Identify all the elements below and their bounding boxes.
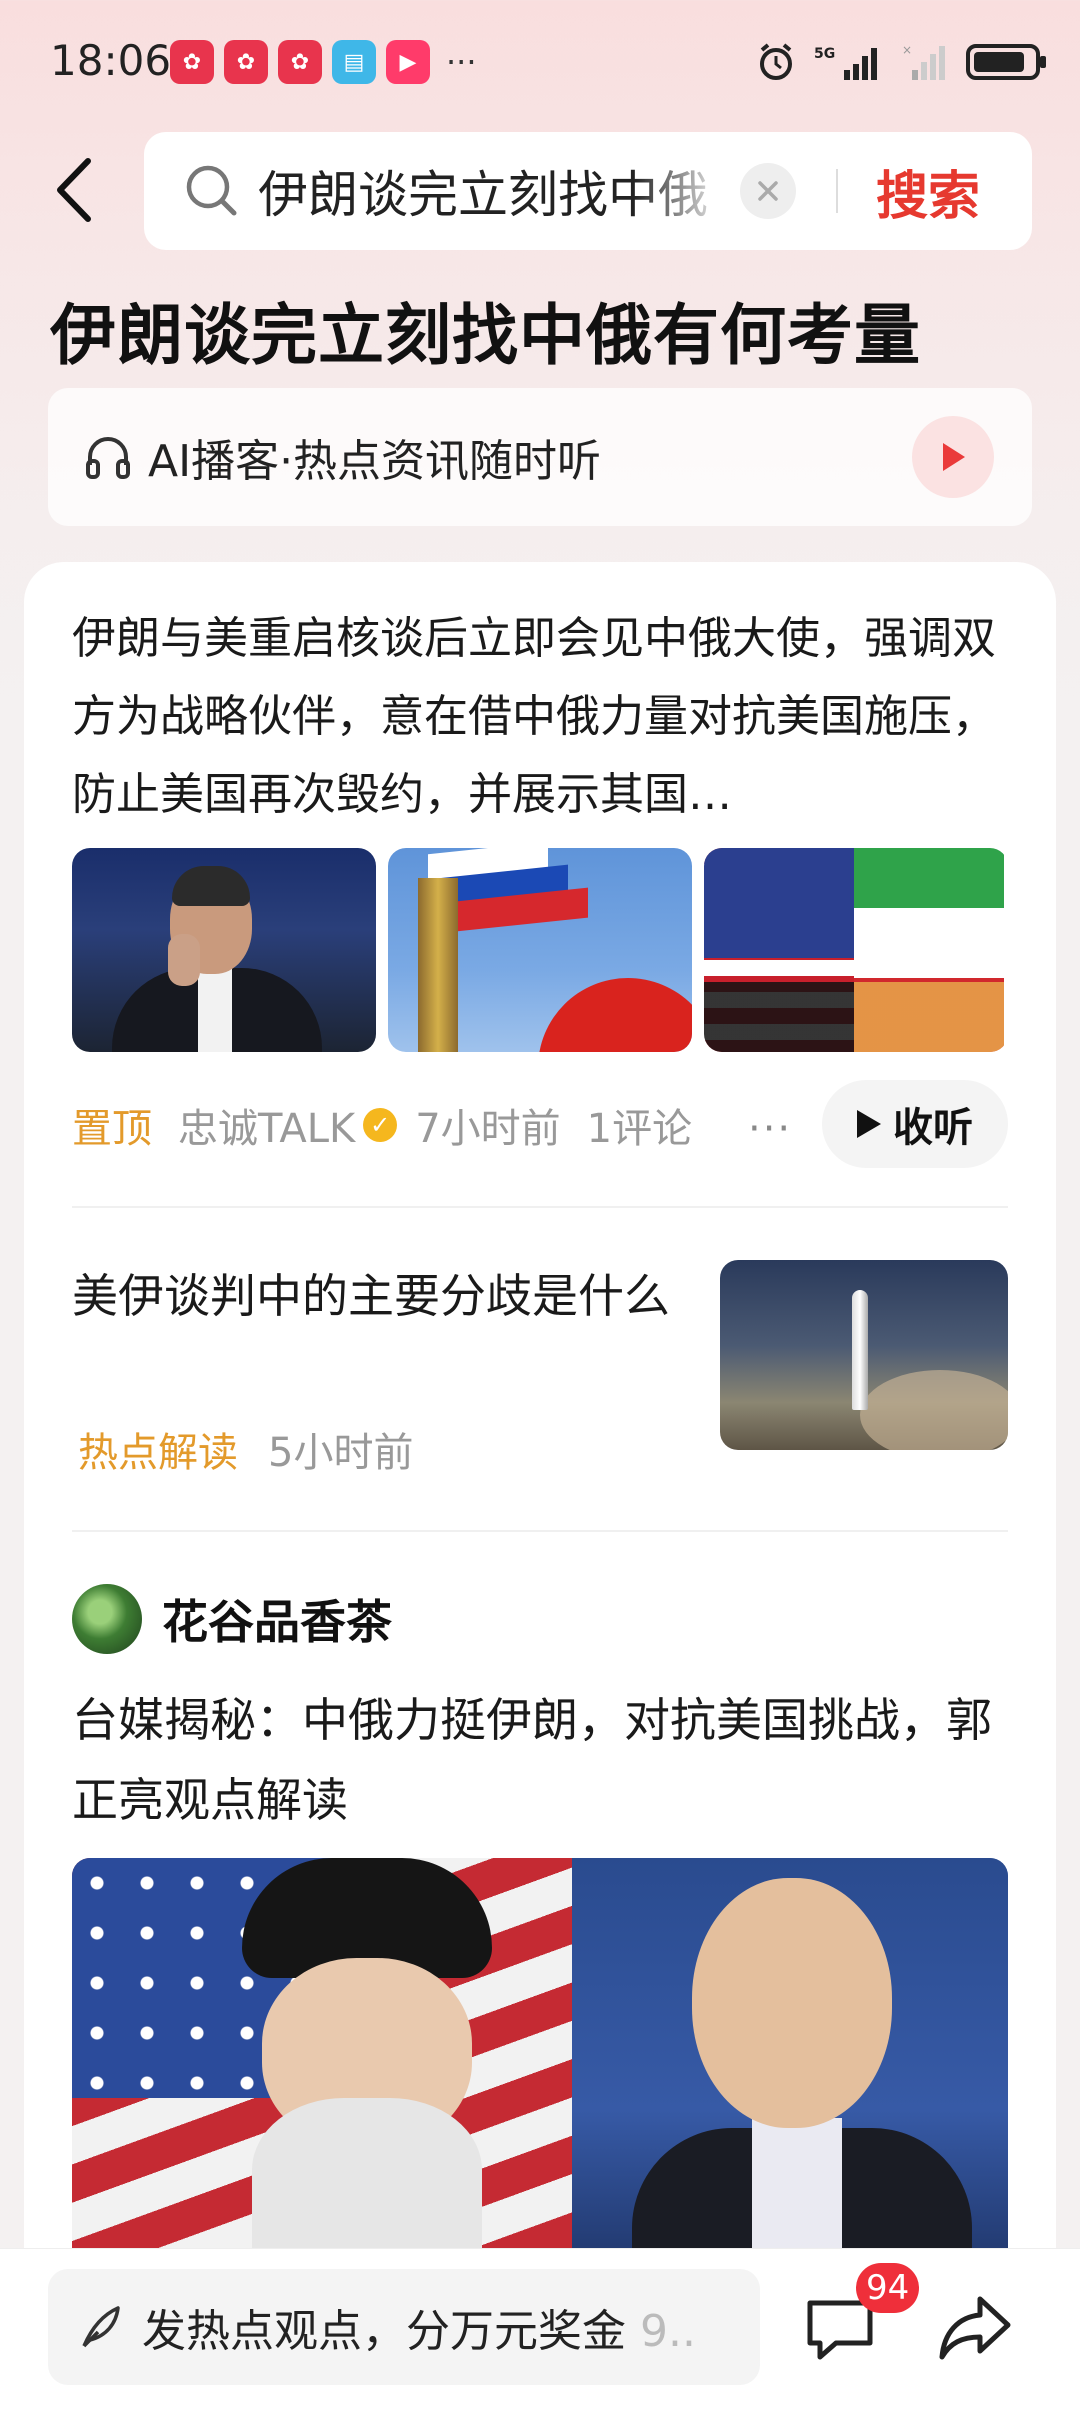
avatar[interactable] — [72, 1584, 142, 1654]
article1-time: 7小时前 — [415, 1106, 561, 1152]
article1-images[interactable] — [72, 848, 1008, 1052]
article3-author[interactable]: 花谷品香茶 — [162, 1586, 392, 1652]
system-icons: 5G × — [756, 42, 1046, 82]
notification-icons: ✿ ✿ ✿ ▤ ▶ ··· — [170, 40, 477, 84]
article3-author-row[interactable]: 花谷品香茶 — [72, 1584, 392, 1654]
more-options-icon[interactable]: ··· — [748, 1106, 792, 1152]
pinduoduo-icon: ✿ — [278, 40, 322, 84]
article1-author[interactable]: 忠诚TALK — [178, 1096, 355, 1154]
alarm-icon — [760, 43, 792, 80]
listen-button[interactable]: 收听 — [822, 1080, 1008, 1168]
play-icon — [943, 443, 965, 471]
article2-image-missile[interactable] — [720, 1260, 1008, 1450]
book-icon: ▤ — [332, 40, 376, 84]
ai-play-button[interactable] — [912, 416, 994, 498]
signal-weak-icon: × — [902, 43, 945, 80]
bottom-bar: 发热点观点，分万元奖金 9.. 94 — [0, 2248, 1080, 2412]
listen-label: 收听 — [893, 1105, 973, 1151]
comment-placeholder: 发热点观点，分万元奖金 9.. — [142, 2306, 696, 2357]
article3-image[interactable] — [72, 1858, 1008, 2278]
battery-icon — [966, 44, 1046, 80]
article2-meta: 热点解读 5小时前 — [78, 1420, 413, 1478]
article2-time: 5小时前 — [268, 1430, 414, 1476]
pen-icon — [82, 2306, 120, 2348]
back-button[interactable] — [44, 150, 104, 230]
hot-topic-tag: 热点解读 — [78, 1430, 238, 1476]
search-bar[interactable]: 伊朗谈完立刻找中俄 搜索 — [144, 132, 1032, 250]
article1-summary[interactable]: 伊朗与美重启核谈后立即会见中俄大使，强调双方为战略伙伴，意在借中俄力量对抗美国施… — [72, 600, 1012, 834]
pinduoduo-icon: ✿ — [170, 40, 214, 84]
status-bar: 18:06 ✿ ✿ ✿ ▤ ▶ ··· 5G × — [0, 0, 1080, 130]
search-divider — [836, 169, 838, 213]
article1-image-flags[interactable] — [388, 848, 692, 1052]
search-icon — [186, 165, 237, 216]
more-notifications-icon: ··· — [446, 43, 477, 81]
search-input[interactable]: 伊朗谈完立刻找中俄 — [258, 155, 728, 227]
video-icon: ▶ — [386, 40, 430, 84]
verified-icon: ✓ — [363, 1108, 398, 1142]
article1-image-speaker[interactable] — [72, 848, 376, 1052]
page-title: 伊朗谈完立刻找中俄有何考量 — [50, 297, 921, 374]
clear-search-icon[interactable] — [740, 163, 796, 219]
ai-podcast-bar[interactable]: AI播客·热点资讯随时听 — [48, 388, 1032, 526]
headphone-icon — [86, 437, 130, 479]
article3-title[interactable]: 台媒揭秘：中俄力挺伊朗，对抗美国挑战，郭正亮观点解读 — [72, 1680, 1032, 1840]
article1-image-chess[interactable] — [704, 848, 1008, 1052]
share-icon[interactable] — [936, 2289, 1016, 2369]
pinned-badge: 置顶 — [72, 1106, 152, 1152]
pinduoduo-icon: ✿ — [224, 40, 268, 84]
divider — [72, 1530, 1008, 1532]
comment-count-badge: 94 — [856, 2263, 920, 2313]
svg-text:×: × — [902, 43, 912, 57]
signal-5g-icon: 5G — [814, 46, 877, 80]
svg-text:5G: 5G — [814, 46, 835, 62]
play-icon — [857, 1110, 881, 1138]
divider — [72, 1206, 1008, 1208]
comment-input[interactable]: 发热点观点，分万元奖金 9.. — [48, 2269, 760, 2385]
article1-meta: 置顶 忠诚TALK ✓ 7小时前 1评论 ··· 收听 — [72, 1080, 1008, 1170]
article2-title[interactable]: 美伊谈判中的主要分歧是什么 — [72, 1256, 672, 1336]
article1-comments: 1评论 — [586, 1106, 693, 1152]
search-button[interactable]: 搜索 — [876, 154, 980, 229]
ai-podcast-label: AI播客·热点资讯随时听 — [148, 436, 602, 487]
back-arrow-icon — [57, 158, 91, 222]
status-time: 18:06 — [50, 36, 172, 85]
